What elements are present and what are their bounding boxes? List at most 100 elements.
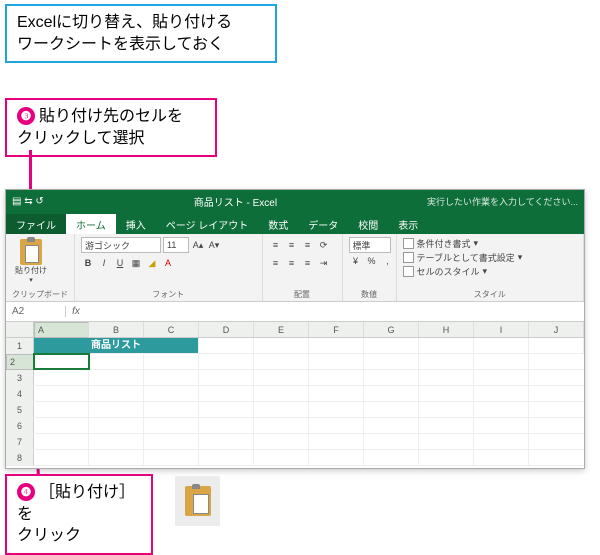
paste-button[interactable]: 貼り付け ▾ [12,237,50,284]
col-header-b[interactable]: B [89,322,144,337]
cell[interactable] [254,402,309,417]
bold-button[interactable]: B [81,255,95,271]
row-header-1[interactable]: 1 [6,338,34,353]
cell[interactable] [364,434,419,449]
cell[interactable] [199,338,254,353]
cell[interactable] [34,450,89,465]
row-header-3[interactable]: 3 [6,370,34,385]
border-button[interactable]: ▦ [129,255,143,271]
cell[interactable] [144,418,199,433]
cell[interactable] [89,402,144,417]
cell[interactable] [474,418,529,433]
font-name-select[interactable]: 游ゴシック [81,237,161,253]
cell[interactable] [199,418,254,433]
cell[interactable] [254,434,309,449]
cell[interactable] [254,338,309,353]
col-header-d[interactable]: D [199,322,254,337]
cell[interactable] [474,434,529,449]
cell[interactable] [144,354,199,369]
cell[interactable] [309,402,364,417]
align-mid-icon[interactable]: ≡ [285,237,299,253]
cell[interactable] [474,450,529,465]
cell[interactable] [199,370,254,385]
cell[interactable] [254,354,309,369]
cell[interactable] [89,386,144,401]
cell[interactable] [144,386,199,401]
tab-home[interactable]: ホーム [66,214,116,234]
cell[interactable] [419,434,474,449]
tab-file[interactable]: ファイル [6,214,66,234]
cell[interactable] [309,370,364,385]
col-header-h[interactable]: H [419,322,474,337]
cell-styles-button[interactable]: セルのスタイル ▾ [403,265,578,278]
cell[interactable] [364,370,419,385]
cell[interactable] [34,434,89,449]
tab-page-layout[interactable]: ページ レイアウト [156,214,259,234]
paste-dropdown-icon[interactable]: ▾ [29,276,33,284]
row-header-5[interactable]: 5 [6,402,34,417]
qat[interactable]: ▤ ⇆ ↺ [6,196,50,207]
cell[interactable] [474,386,529,401]
cell[interactable] [474,370,529,385]
cell[interactable] [144,434,199,449]
cell[interactable] [199,450,254,465]
col-header-a[interactable]: A [34,322,89,338]
increase-font-icon[interactable]: A▴ [191,237,205,253]
cell[interactable] [309,434,364,449]
font-size-select[interactable]: 11 [163,237,189,253]
currency-icon[interactable]: ¥ [349,253,363,269]
cell[interactable] [89,354,144,369]
cell[interactable] [419,450,474,465]
fx-icon[interactable]: fx [66,306,86,317]
cell[interactable] [474,338,529,353]
name-box[interactable]: A2 [6,306,66,317]
cell[interactable] [419,386,474,401]
tell-me[interactable]: 実行したい作業を入力してください... [421,195,584,208]
tab-review[interactable]: 校閲 [348,214,388,234]
align-right-icon[interactable]: ≡ [301,255,315,271]
align-left-icon[interactable]: ≡ [269,255,283,271]
cell[interactable] [309,418,364,433]
cell[interactable] [474,354,529,369]
cell[interactable] [309,386,364,401]
cell[interactable] [199,434,254,449]
cell[interactable] [89,450,144,465]
align-bot-icon[interactable]: ≡ [301,237,315,253]
cell[interactable] [309,338,364,353]
cell[interactable] [364,402,419,417]
cell[interactable] [254,386,309,401]
cell[interactable] [474,402,529,417]
format-as-table-button[interactable]: テーブルとして書式設定 ▾ [403,251,578,264]
cell-a2-active[interactable] [34,354,89,369]
cell[interactable] [419,354,474,369]
cell[interactable] [199,354,254,369]
cell[interactable] [364,338,419,353]
row-header-4[interactable]: 4 [6,386,34,401]
percent-icon[interactable]: % [365,253,379,269]
cell[interactable] [419,418,474,433]
decrease-font-icon[interactable]: A▾ [207,237,221,253]
cell-a1-merged[interactable]: 商品リスト [34,338,199,353]
row-header-2[interactable]: 2 [6,354,34,370]
tab-formula[interactable]: 数式 [258,214,298,234]
cell[interactable] [529,338,584,353]
cell[interactable] [34,418,89,433]
cell[interactable] [89,418,144,433]
cell[interactable] [309,450,364,465]
tab-view[interactable]: 表示 [388,214,428,234]
cell[interactable] [144,450,199,465]
cell[interactable] [34,370,89,385]
cell[interactable] [34,402,89,417]
cell[interactable] [144,402,199,417]
cell[interactable] [89,370,144,385]
underline-button[interactable]: U [113,255,127,271]
cell[interactable] [254,370,309,385]
cell[interactable] [364,354,419,369]
cell[interactable] [364,386,419,401]
orientation-icon[interactable]: ⟳ [317,237,331,253]
font-color-button[interactable]: A [161,255,175,271]
row-header-8[interactable]: 8 [6,450,34,465]
cell[interactable] [144,370,199,385]
cell[interactable] [34,386,89,401]
align-top-icon[interactable]: ≡ [269,237,283,253]
